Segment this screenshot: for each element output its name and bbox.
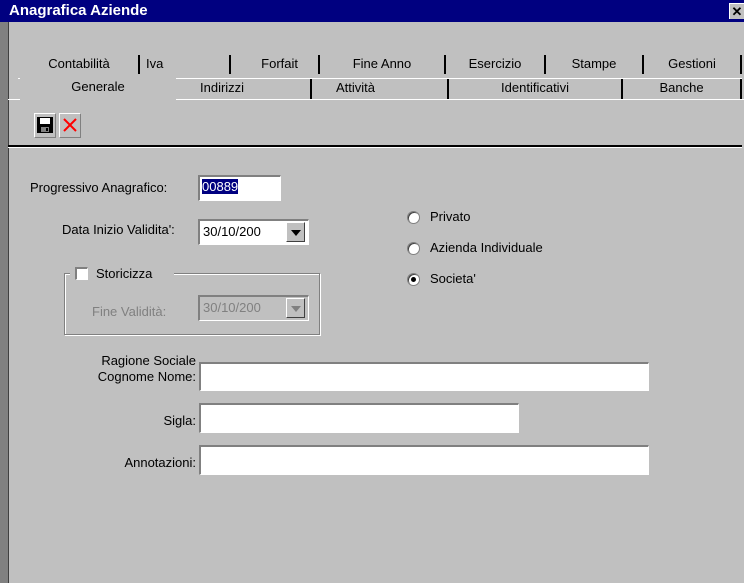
left-border — [0, 22, 8, 583]
tab-generale[interactable]: Generale — [20, 77, 176, 99]
radio-societa-label: Societa' — [430, 271, 476, 286]
annotazioni-label: Annotazioni: — [124, 455, 196, 470]
fine-validita-value: 30/10/200 — [203, 300, 261, 315]
tab-esercizio[interactable]: Esercizio — [446, 55, 546, 74]
chevron-down-icon — [291, 230, 301, 236]
storicizza-checkbox[interactable] — [75, 267, 88, 280]
ragione-sociale-label-line2: Cognome Nome: — [97, 369, 196, 384]
toolbar-separator-highlight — [8, 147, 742, 148]
tab-iva[interactable]: Iva — [140, 55, 231, 74]
chevron-down-icon — [291, 306, 301, 312]
fine-validita-dropdown — [286, 298, 305, 318]
sigla-label: Sigla: — [163, 413, 196, 428]
delete-x-icon — [63, 118, 77, 132]
tab-identificativi[interactable]: Identificativi — [449, 79, 623, 99]
floppy-disk-icon — [37, 117, 53, 133]
sigla-input[interactable] — [199, 403, 519, 433]
ragione-sociale-label-line1: Ragione Sociale — [101, 353, 196, 368]
tab-attivita[interactable]: Attività — [312, 79, 449, 99]
radio-privato[interactable] — [407, 211, 420, 224]
delete-button[interactable] — [59, 113, 81, 138]
tab-forfait[interactable]: Forfait — [231, 55, 320, 74]
tab-contabilita[interactable]: Contabilità — [20, 55, 140, 74]
tab-row2-divider — [176, 99, 744, 100]
radio-azienda-individuale[interactable] — [407, 242, 420, 255]
radio-societa[interactable] — [407, 273, 420, 286]
close-button[interactable]: ✕ — [729, 3, 744, 19]
ragione-sociale-input[interactable] — [199, 362, 649, 391]
data-inizio-value: 30/10/200 — [203, 224, 261, 239]
fine-validita-label: Fine Validità: — [92, 304, 167, 319]
data-inizio-label: Data Inizio Validita': — [62, 222, 175, 237]
title-bar: Anagrafica Aziende ✕ — [0, 0, 744, 22]
tab-stampe[interactable]: Stampe — [546, 55, 644, 74]
anagrafica-window: Anagrafica Aziende ✕ Contabilità Iva For… — [0, 0, 744, 583]
progressivo-label: Progressivo Anagrafico: — [30, 180, 168, 195]
annotazioni-input[interactable] — [199, 445, 649, 475]
left-border-inner — [8, 22, 9, 583]
save-button[interactable] — [34, 113, 56, 138]
tab-banche[interactable]: Banche — [623, 79, 742, 99]
tab-gestioni[interactable]: Gestioni — [644, 55, 742, 74]
tab-row2-divider-left — [8, 99, 20, 100]
progressivo-input[interactable]: 00889 — [198, 175, 281, 201]
storicizza-header: Storicizza — [70, 266, 174, 282]
storicizza-label: Storicizza — [96, 266, 153, 281]
tab-indirizzi[interactable]: Indirizzi — [176, 79, 312, 99]
data-inizio-dropdown[interactable] — [286, 222, 305, 242]
tab-fine-anno[interactable]: Fine Anno — [320, 55, 446, 74]
radio-privato-label: Privato — [430, 209, 471, 224]
progressivo-value: 00889 — [202, 179, 239, 194]
radio-azienda-individuale-label: Azienda Individuale — [430, 240, 543, 255]
radio-selected-dot — [411, 277, 416, 282]
window-title: Anagrafica Aziende — [9, 2, 148, 19]
